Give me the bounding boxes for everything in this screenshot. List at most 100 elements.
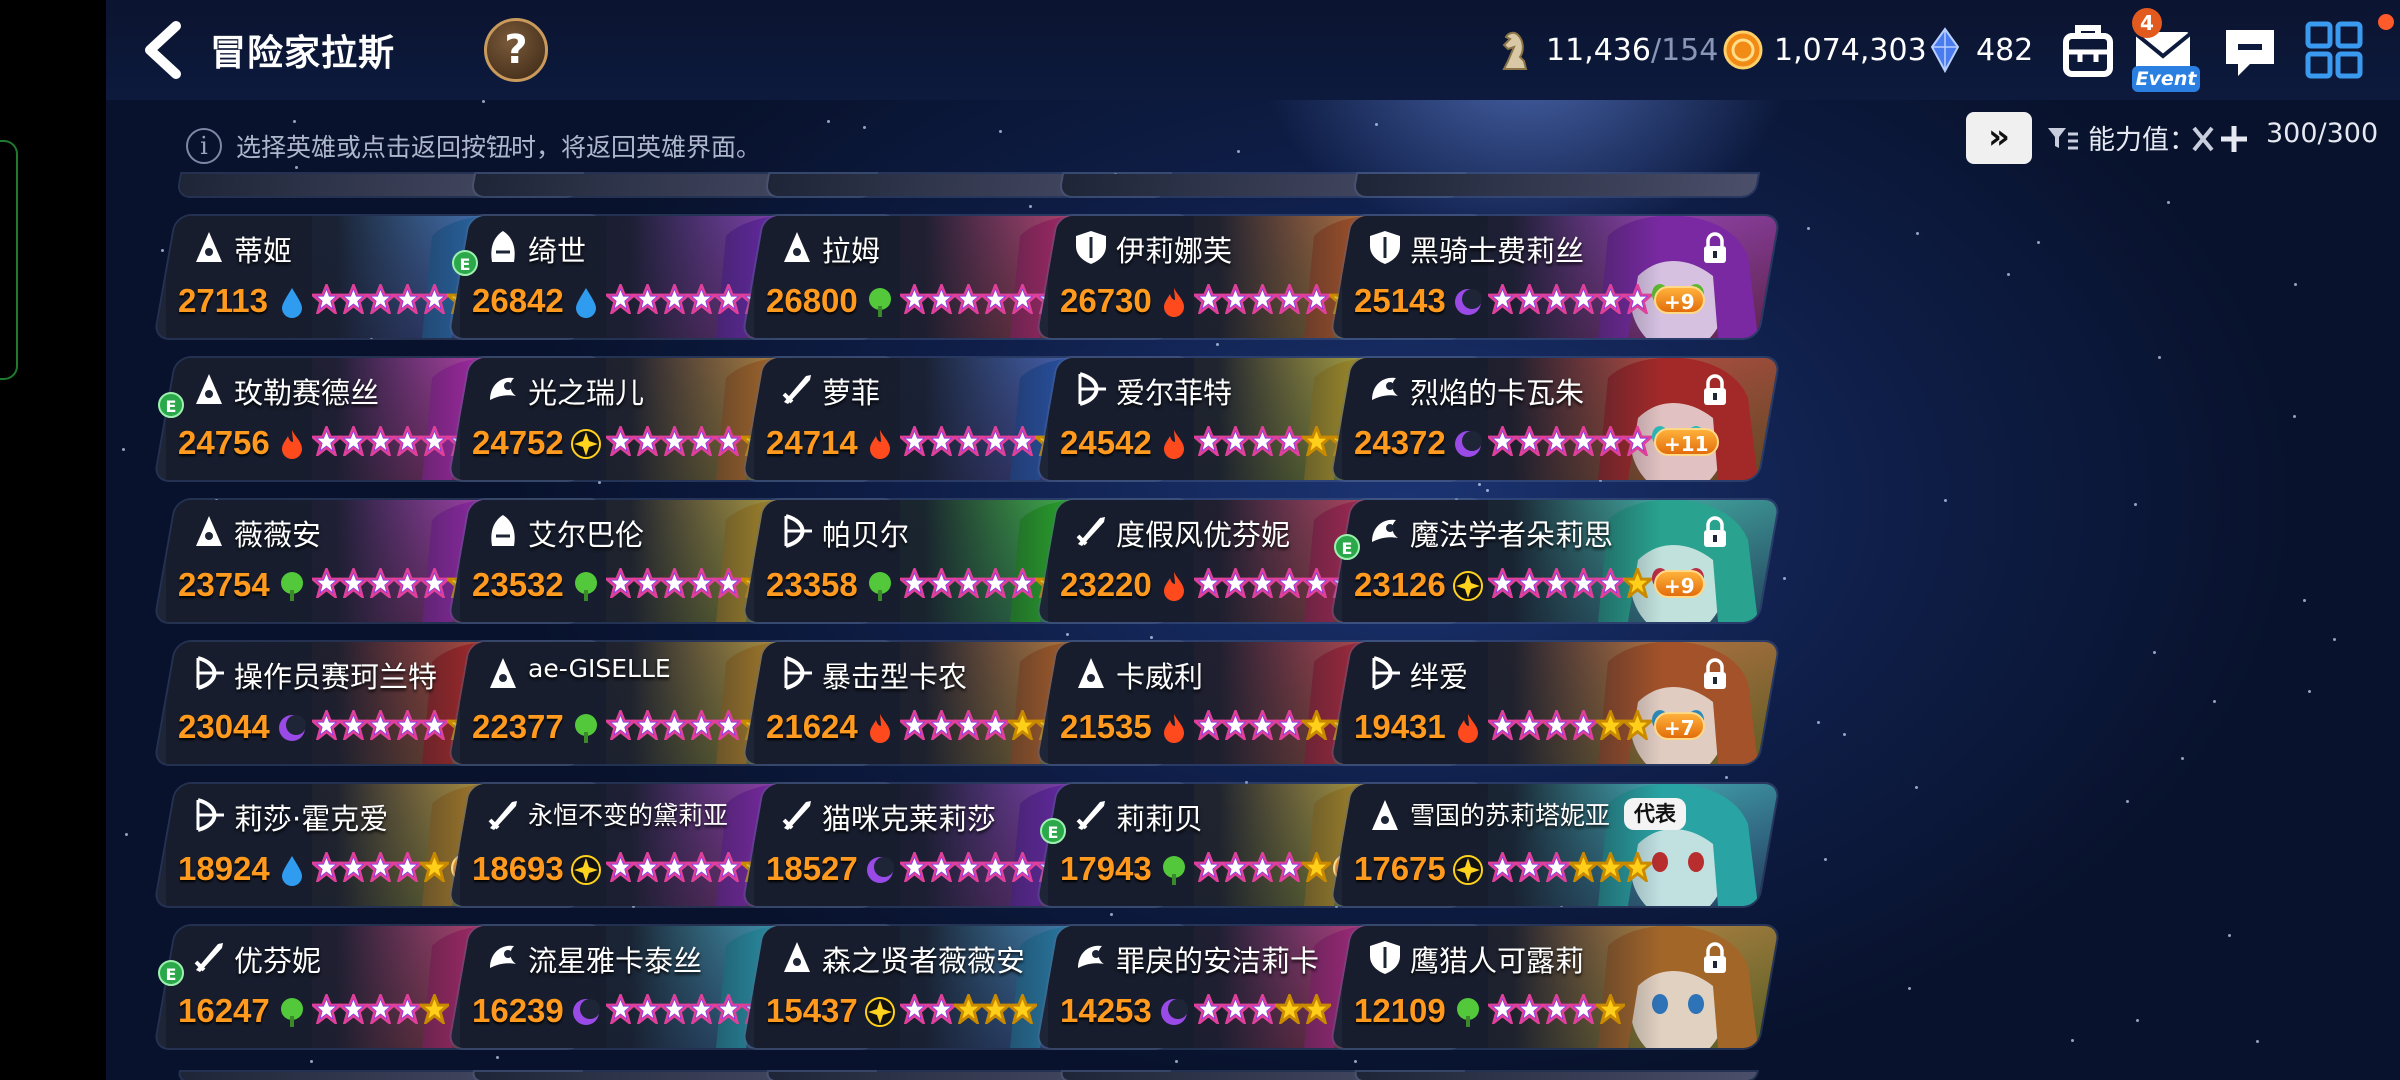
- lock-icon: [1704, 232, 1726, 263]
- gold-star-icon: [420, 994, 449, 1024]
- star-rating: [1488, 852, 1652, 882]
- star-rating: [900, 568, 1064, 598]
- purple-star-icon: [1248, 568, 1277, 598]
- purple-star-icon: [393, 568, 422, 598]
- purple-star-icon: [1275, 710, 1304, 740]
- sort-filter-icon[interactable]: [2046, 124, 2080, 154]
- purple-star-icon: [714, 568, 743, 598]
- crystal-icon: [1930, 27, 1960, 73]
- stamina-value: 11,436: [1546, 32, 1651, 68]
- equipped-badge: E: [1334, 534, 1360, 560]
- left-edge-strip: [0, 0, 106, 1080]
- purple-star-icon: [1488, 284, 1517, 314]
- gold-star-icon: [1302, 710, 1331, 740]
- gold-counter[interactable]: 1,074,303: [1722, 22, 1927, 78]
- purple-star-icon: [1488, 568, 1517, 598]
- star-rating: [900, 852, 1064, 882]
- star-rating: [312, 568, 476, 598]
- purple-star-icon: [687, 426, 716, 456]
- star-rating: [606, 568, 770, 598]
- hero-card[interactable]: 雪国的苏莉塔妮亚 代表 17675: [1331, 784, 1779, 906]
- menu-notification-dot: [2378, 14, 2394, 30]
- hero-power: 15437: [766, 992, 858, 1029]
- hero-name: 绮世: [528, 234, 587, 268]
- purple-star-icon: [366, 852, 395, 882]
- purple-star-icon: [927, 568, 956, 598]
- purple-star-icon: [1515, 284, 1544, 314]
- ability-value: 300/300: [2266, 118, 2379, 149]
- hero-name: 烈焰的卡瓦朱: [1410, 376, 1585, 410]
- archer-class-icon: [1078, 372, 1106, 406]
- archer-class-icon: [196, 656, 224, 690]
- mage-class-icon: [196, 516, 222, 546]
- hero-power: 26842: [472, 282, 564, 319]
- purple-star-icon: [606, 568, 635, 598]
- gold-star-icon: [420, 852, 449, 882]
- event-tag[interactable]: Event: [2132, 66, 2200, 92]
- grid-menu-icon[interactable]: [2300, 16, 2368, 84]
- star-rating: [1488, 994, 1625, 1024]
- star-rating: [1194, 426, 1358, 456]
- skip-button[interactable]: »: [1966, 112, 2032, 164]
- purple-star-icon: [1542, 710, 1571, 740]
- purple-star-icon: [1194, 852, 1223, 882]
- purple-star-icon: [1221, 852, 1250, 882]
- star-rating: [900, 710, 1064, 740]
- hero-name: 绊爱: [1410, 660, 1469, 694]
- enhance-level-badge: +9: [1654, 570, 1705, 598]
- ability-stat-icon: [2192, 126, 2247, 152]
- inventory-bag-icon[interactable]: [2054, 16, 2122, 84]
- chat-icon[interactable]: [2216, 16, 2284, 84]
- star-rating: [1488, 284, 1652, 314]
- hero-card[interactable]: 魔法学者朵莉思 23126 +9: [1331, 500, 1779, 622]
- purple-star-icon: [1248, 426, 1277, 456]
- purple-star-icon: [900, 426, 929, 456]
- star-rating: [1194, 852, 1331, 882]
- back-button[interactable]: [136, 20, 192, 80]
- fire-element-icon: [1164, 714, 1184, 743]
- hero-card[interactable]: 鹰猎人可露莉 12109: [1331, 926, 1779, 1048]
- hero-card[interactable]: 黑骑士费莉丝 25143 +9: [1331, 216, 1779, 338]
- gem-value: 482: [1976, 32, 2034, 68]
- stamina-counter[interactable]: 11,436 /154: [1494, 22, 1718, 78]
- purple-star-icon: [1221, 568, 1250, 598]
- light-element-icon: [865, 997, 895, 1027]
- star-rating: [1194, 710, 1358, 740]
- purple-star-icon: [312, 284, 341, 314]
- star-rating: [1488, 568, 1652, 598]
- hero-name: 莉莎·霍克爱: [234, 802, 389, 836]
- hero-card-partial[interactable]: [1355, 1072, 1757, 1080]
- purple-star-icon: [1221, 284, 1250, 314]
- gem-counter[interactable]: 482: [1924, 22, 2033, 78]
- enhance-level-badge: +9: [1654, 286, 1705, 314]
- hero-power: 24542: [1060, 424, 1152, 461]
- hero-name: 森之贤者薇薇安: [822, 944, 1026, 978]
- help-button[interactable]: ?: [484, 18, 548, 82]
- purple-star-icon: [1569, 568, 1598, 598]
- purple-star-icon: [1488, 994, 1517, 1024]
- top-bar: 冒险家拉斯 ? 11,436 /154 1,074,303 482 4 Even…: [106, 0, 2400, 100]
- purple-star-icon: [1194, 994, 1223, 1024]
- purple-star-icon: [1275, 852, 1304, 882]
- hero-name: 卡威利: [1116, 660, 1204, 694]
- hero-power: 18693: [472, 850, 564, 887]
- star-rating: [312, 710, 476, 740]
- hero-name: 蒂姬: [234, 234, 293, 268]
- lock-icon: [1704, 942, 1726, 973]
- hero-card[interactable]: 绊爱 19431 +7: [1331, 642, 1779, 764]
- hero-power: 17675: [1354, 850, 1446, 887]
- gold-star-icon: [1275, 994, 1304, 1024]
- hero-card[interactable]: 烈焰的卡瓦朱 24372 +11: [1331, 358, 1779, 480]
- mage-class-icon: [196, 374, 222, 404]
- dark-element-icon: [573, 999, 600, 1025]
- purple-star-icon: [312, 710, 341, 740]
- purple-star-icon: [954, 852, 983, 882]
- hero-power: 24752: [472, 424, 564, 461]
- hero-name: 艾尔巴伦: [528, 518, 645, 552]
- purple-star-icon: [927, 284, 956, 314]
- purple-star-icon: [366, 284, 395, 314]
- purple-star-icon: [420, 284, 449, 314]
- warrior-class-icon: [1076, 517, 1105, 546]
- water-element-icon: [282, 288, 302, 318]
- fire-element-icon: [870, 714, 890, 743]
